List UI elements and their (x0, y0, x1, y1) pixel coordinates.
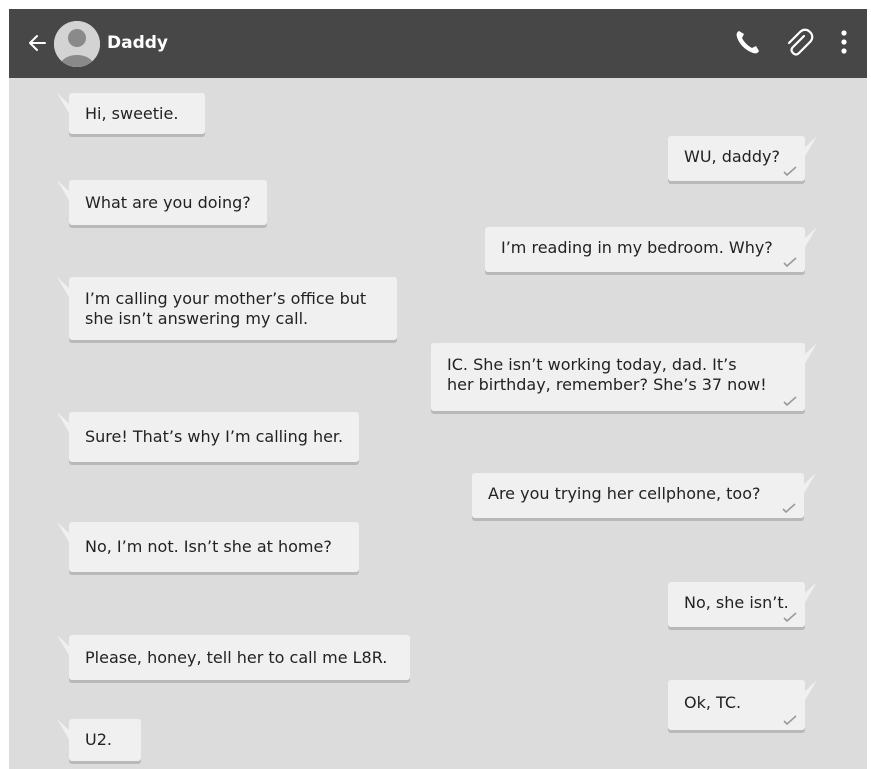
received-message[interactable]: No, I’m not. Isn’t she at home? (57, 522, 359, 572)
message-text: I’m reading in my bedroom. Why? (501, 238, 773, 258)
message-text: Sure! That’s why I’m calling her. (85, 427, 343, 447)
received-message[interactable]: U2. (57, 719, 141, 761)
bubble-tail (804, 582, 817, 604)
message-text: Please, honey, tell her to call me L8R. (85, 648, 387, 668)
bubble-tail (57, 719, 70, 741)
bubble-tail (57, 412, 70, 434)
delivered-check-icon (782, 503, 796, 513)
message-text: I’m calling your mother’s office but she … (85, 289, 366, 329)
message-line: No, she isn’t. (684, 593, 789, 612)
message-line: I’m reading in my bedroom. Why? (501, 238, 773, 257)
received-message[interactable]: Hi, sweetie. (57, 93, 205, 134)
bubble-tail (804, 680, 817, 702)
message-line: What are you doing? (85, 193, 251, 212)
message-line: her birthday, remember? She’s 37 now! (447, 375, 767, 394)
message-line: Please, honey, tell her to call me L8R. (85, 648, 388, 667)
message-text: Hi, sweetie. (85, 104, 178, 124)
chat-screen: Daddy Hi, sweetie. WU, daddy? What are you… (9, 9, 867, 769)
bubble-tail (804, 136, 817, 158)
bubble-tail (57, 635, 70, 657)
message-text: No, she isn’t. (684, 593, 789, 613)
received-message[interactable]: Please, honey, tell her to call me L8R. (57, 635, 410, 680)
message-text: Are you trying her cellphone, too? (488, 484, 761, 504)
message-line: IC. She isn’t working today, dad. It’s (447, 355, 737, 374)
sent-message[interactable]: IC. She isn’t working today, dad. It’s he… (431, 343, 817, 411)
bubble-tail (57, 522, 70, 544)
chat-header: Daddy (9, 9, 867, 78)
message-text: U2. (85, 730, 112, 750)
sent-message[interactable]: I’m reading in my bedroom. Why? (485, 227, 817, 272)
bubble-tail (57, 180, 70, 202)
phone-icon[interactable] (733, 27, 763, 57)
bubble-tail (57, 277, 70, 299)
sent-message[interactable]: No, she isn’t. (668, 582, 817, 627)
message-line: No, I’m not. Isn’t she at home? (85, 537, 332, 556)
bubble-tail (804, 343, 817, 365)
received-message[interactable]: I’m calling your mother’s office but she … (57, 277, 397, 340)
paperclip-icon[interactable] (783, 27, 815, 59)
message-text: No, I’m not. Isn’t she at home? (85, 537, 332, 557)
sent-message[interactable]: Are you trying her cellphone, too? (472, 473, 816, 518)
message-line: Are you trying her cellphone, too? (488, 484, 761, 503)
delivered-check-icon (783, 612, 797, 622)
bubble-tail (57, 93, 70, 115)
back-arrow-icon[interactable] (27, 29, 47, 57)
message-text: What are you doing? (85, 193, 251, 213)
avatar[interactable] (54, 21, 100, 67)
message-line: she isn’t answering my call. (85, 309, 309, 328)
avatar-icon (54, 21, 100, 67)
message-line: Sure! That’s why I’m calling her. (85, 427, 344, 446)
delivered-check-icon (783, 257, 797, 267)
message-text: Ok, TC. (684, 693, 741, 713)
received-message[interactable]: Sure! That’s why I’m calling her. (57, 412, 359, 462)
message-text: WU, daddy? (684, 147, 780, 167)
message-text: IC. She isn’t working today, dad. It’s he… (447, 355, 767, 395)
bubble-tail (804, 227, 817, 249)
bubble-tail (803, 473, 816, 495)
delivered-check-icon (783, 715, 797, 725)
sent-message[interactable]: WU, daddy? (668, 136, 817, 181)
delivered-check-icon (783, 166, 797, 176)
contact-name[interactable]: Daddy (107, 30, 168, 56)
delivered-check-icon (783, 396, 797, 406)
received-message[interactable]: What are you doing? (57, 180, 267, 225)
message-line: Ok, TC. (684, 693, 742, 712)
message-line: Hi, sweetie. (85, 104, 179, 123)
message-line: U2. (85, 730, 112, 749)
sent-message[interactable]: Ok, TC. (668, 680, 817, 730)
message-line: I’m calling your mother’s office but (85, 289, 367, 308)
message-line: WU, daddy? (684, 147, 780, 166)
more-vert-icon[interactable] (839, 27, 849, 57)
